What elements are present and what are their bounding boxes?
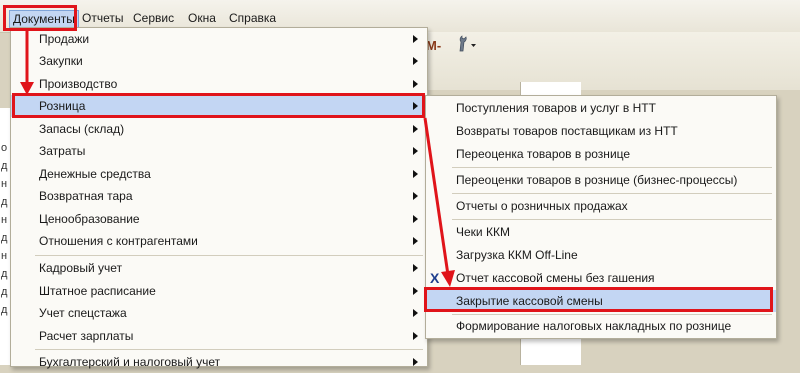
annotation-arrow-line — [423, 117, 450, 276]
annotation-arrows — [20, 31, 455, 287]
annotation-arrowhead — [20, 82, 34, 95]
annotation-arrowhead — [441, 270, 455, 287]
